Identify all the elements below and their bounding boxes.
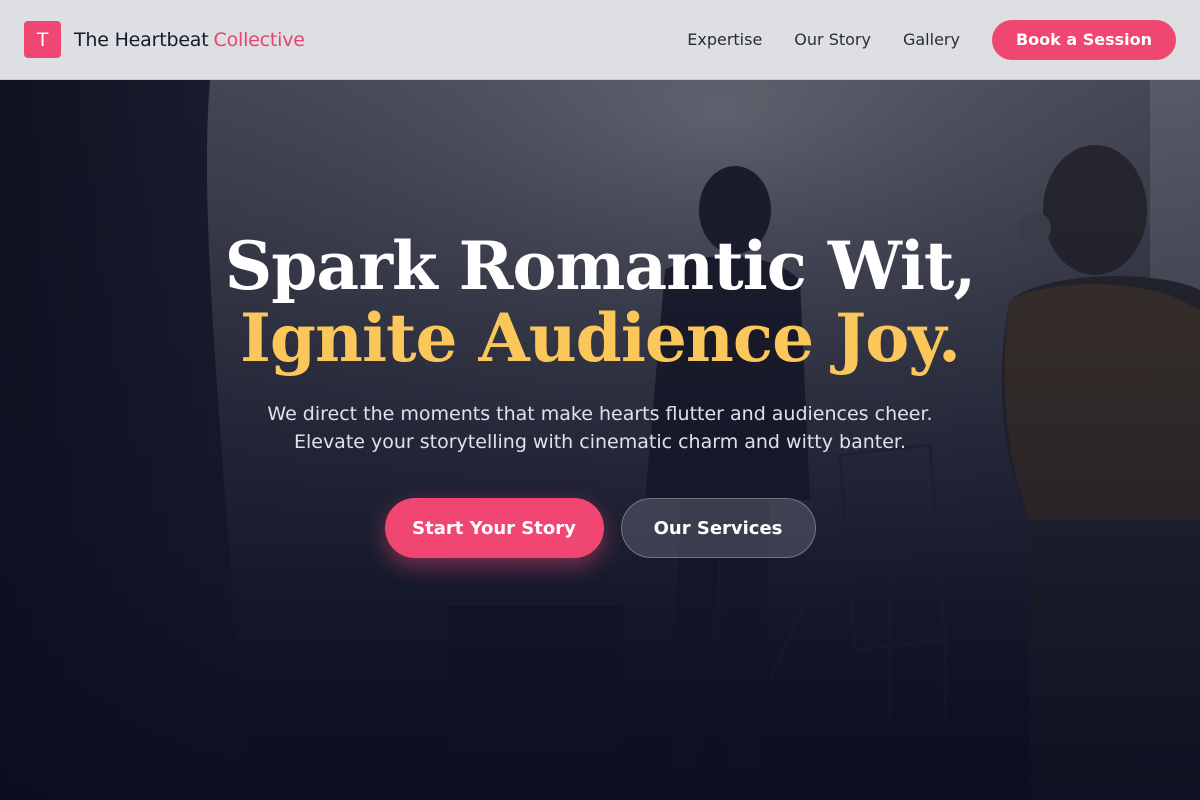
hero-subtext-line-2: Elevate your storytelling with cinematic…: [293, 431, 907, 453]
brand-logo-icon: T: [24, 21, 61, 58]
nav-link-gallery[interactable]: Gallery: [903, 30, 960, 49]
our-services-button[interactable]: Our Services: [620, 498, 816, 558]
hero-section: Spark Romantic Wit, Ignite Audience Joy.…: [0, 230, 1200, 558]
brand-name-accent: Collective: [213, 28, 305, 51]
book-session-button[interactable]: Book a Session: [991, 19, 1176, 60]
brand-name: The Heartbeat Collective: [74, 29, 305, 51]
brand-name-main: The Heartbeat: [74, 28, 209, 51]
hero-headline-line-1: Spark Romantic Wit,: [224, 227, 977, 305]
hero-subtext: We direct the moments that make hearts f…: [0, 400, 1200, 456]
hero-buttons: Start Your Story Our Services: [0, 498, 1200, 558]
nav-link-our-story[interactable]: Our Story: [794, 30, 871, 49]
main-nav: Expertise Our Story Gallery Book a Sessi…: [687, 19, 1176, 60]
top-navbar: T The Heartbeat Collective Expertise Our …: [0, 0, 1200, 80]
hero-headline: Spark Romantic Wit, Ignite Audience Joy.: [0, 230, 1200, 374]
brand[interactable]: T The Heartbeat Collective: [24, 21, 305, 58]
start-your-story-button[interactable]: Start Your Story: [384, 498, 604, 558]
hero-subtext-line-1: We direct the moments that make hearts f…: [267, 403, 933, 425]
nav-link-expertise[interactable]: Expertise: [687, 30, 762, 49]
hero-headline-line-2: Ignite Audience Joy.: [239, 299, 961, 377]
landing-page: T The Heartbeat Collective Expertise Our …: [0, 0, 1200, 800]
